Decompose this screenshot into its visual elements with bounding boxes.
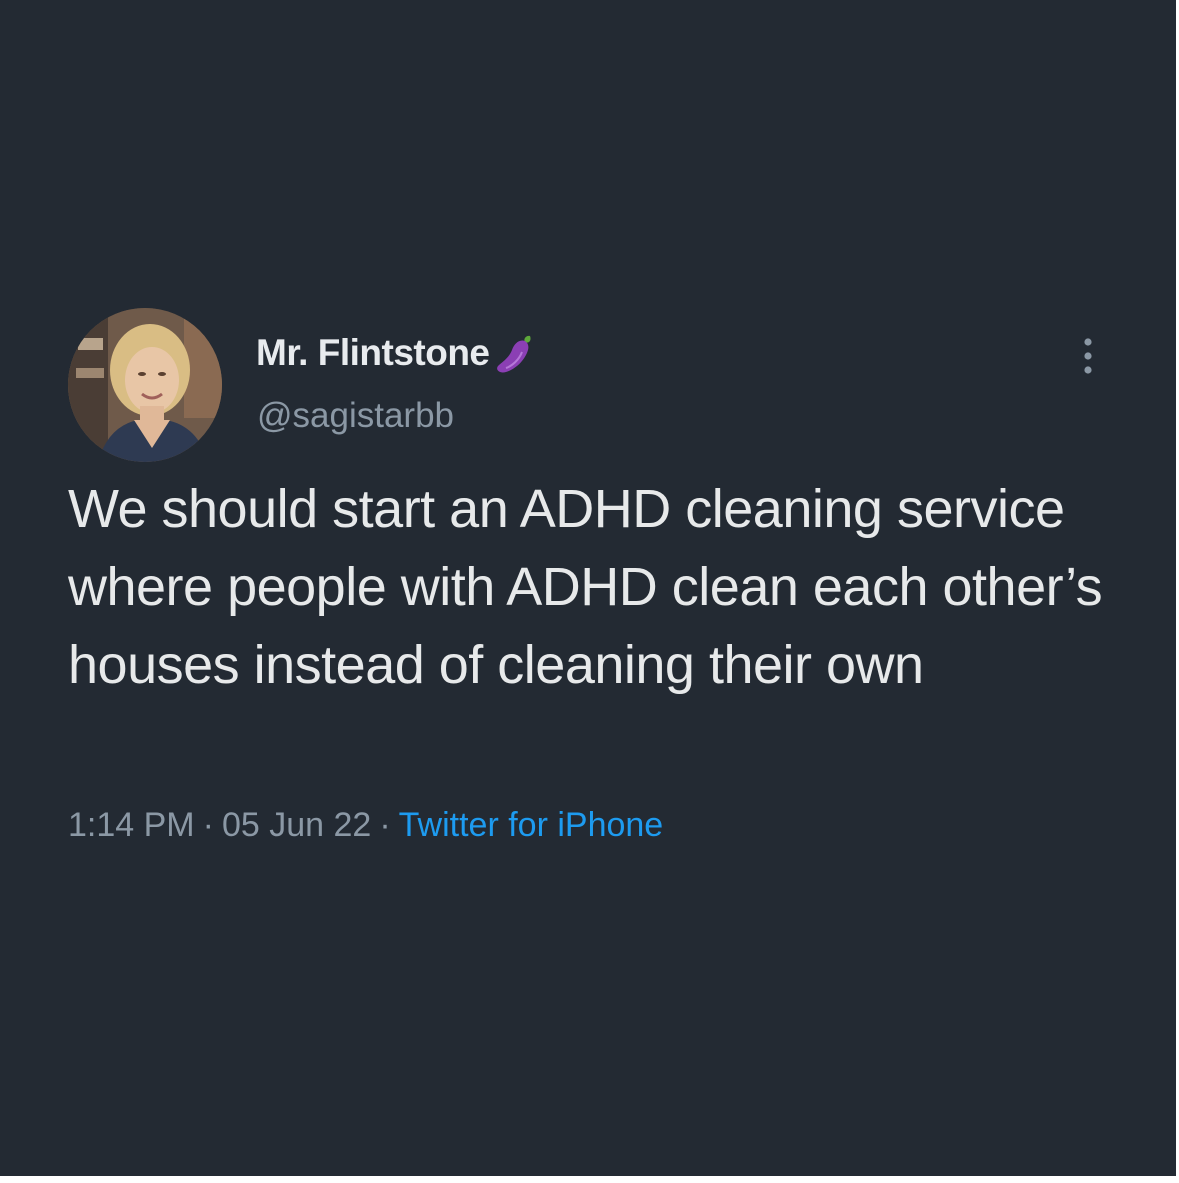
user-handle[interactable]: @sagistarbb xyxy=(257,396,454,436)
avatar-photo-icon xyxy=(68,308,222,462)
tweet-card: Mr. Flintstone @sagistarbb We should sta… xyxy=(0,0,1176,1176)
display-name-text: Mr. Flintstone xyxy=(256,332,490,373)
meta-separator: · xyxy=(202,806,214,844)
eggplant-icon xyxy=(496,335,531,373)
tweet-time[interactable]: 1:14 PM xyxy=(68,806,195,844)
tweet-meta: 1:14 PM · 05 Jun 22 · Twitter for iPhone xyxy=(68,806,663,845)
tweet-date[interactable]: 05 Jun 22 xyxy=(222,806,371,844)
more-vertical-icon[interactable] xyxy=(1074,336,1102,376)
tweet-source-link[interactable]: Twitter for iPhone xyxy=(399,806,664,844)
display-name[interactable]: Mr. Flintstone xyxy=(256,330,538,376)
avatar[interactable] xyxy=(68,308,222,462)
meta-separator: · xyxy=(379,806,391,844)
tweet-text: We should start an ADHD cleaning service… xyxy=(68,479,1103,695)
